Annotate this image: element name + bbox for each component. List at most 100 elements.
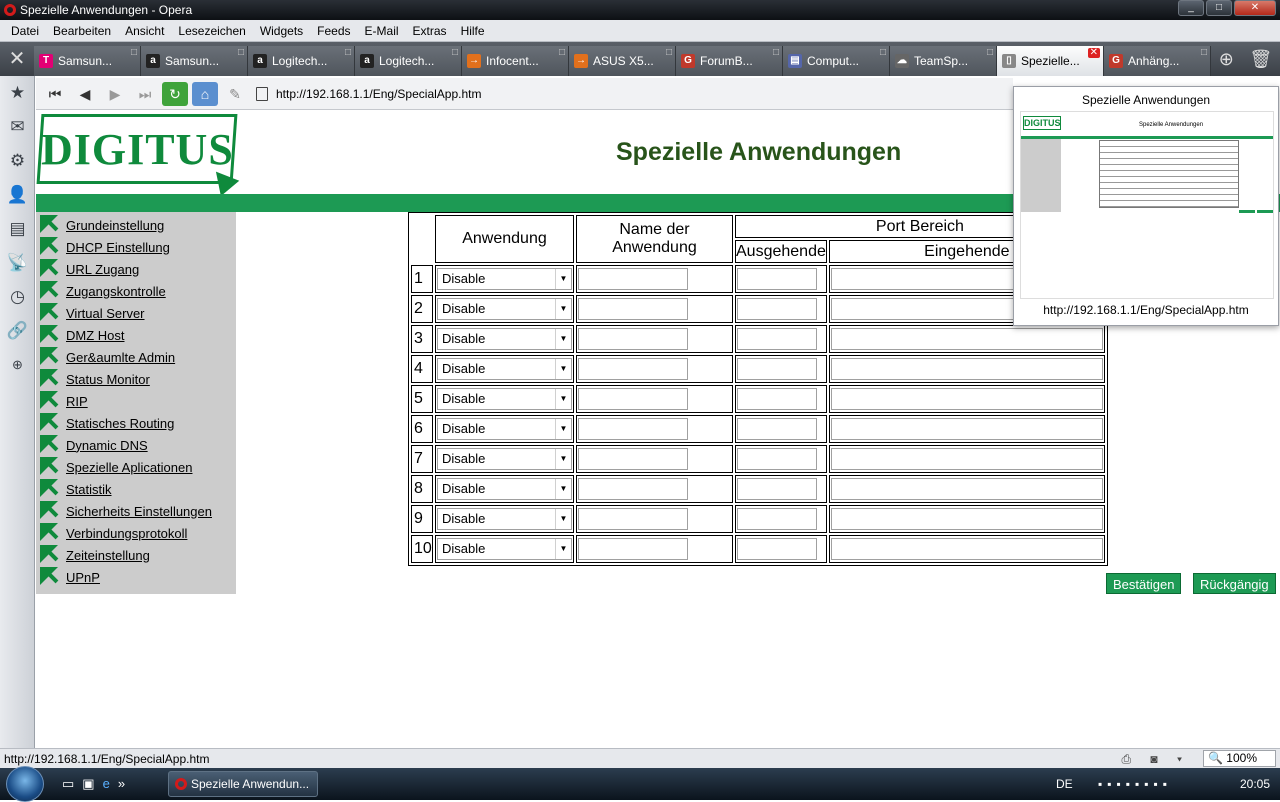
new-tab-icon[interactable]: ⊕: [1219, 42, 1234, 76]
app-select[interactable]: Disable ▼: [437, 388, 572, 410]
tab-close-icon[interactable]: □: [238, 48, 244, 58]
tab-close-icon[interactable]: □: [666, 48, 672, 58]
app-name-input[interactable]: [578, 478, 688, 500]
tab-close-icon[interactable]: □: [773, 48, 779, 58]
start-button[interactable]: [6, 766, 44, 802]
app-select[interactable]: Disable ▼: [437, 268, 572, 290]
forward-icon[interactable]: ▶: [102, 82, 128, 106]
tab-6[interactable]: G ForumB... □: [676, 46, 783, 76]
tray-icons[interactable]: ▪▪▪▪▪▪▪▪: [1098, 768, 1172, 800]
tab-close-icon[interactable]: □: [345, 48, 351, 58]
rewind-icon[interactable]: ⏮: [42, 82, 68, 106]
app-name-input[interactable]: [578, 298, 688, 320]
app-select[interactable]: Disable ▼: [437, 538, 572, 560]
menu-bearbeiten[interactable]: Bearbeiten: [46, 24, 118, 38]
transfers-icon[interactable]: 📡: [0, 246, 35, 280]
nav-link[interactable]: Statisches Routing: [66, 416, 174, 431]
app-select[interactable]: Disable ▼: [437, 508, 572, 530]
app-select[interactable]: Disable ▼: [437, 448, 572, 470]
show-desktop-icon[interactable]: ▭: [62, 776, 74, 792]
outgoing-port-input[interactable]: [737, 268, 817, 290]
tab-7[interactable]: ▤ Comput... □: [783, 46, 890, 76]
chevron-down-icon[interactable]: ▼: [555, 269, 571, 289]
tab-close-icon[interactable]: □: [452, 48, 458, 58]
undo-button[interactable]: Rückgängig: [1193, 573, 1276, 594]
chevron-down-icon[interactable]: ▼: [555, 329, 571, 349]
trash-icon[interactable]: 🗑: [1249, 42, 1272, 76]
chevron-down-icon[interactable]: ▼: [555, 479, 571, 499]
app-name-input[interactable]: [578, 418, 688, 440]
outgoing-port-input[interactable]: [737, 418, 817, 440]
confirm-button[interactable]: Bestätigen: [1106, 573, 1182, 594]
nav-link[interactable]: RIP: [66, 394, 88, 409]
tab-close-icon[interactable]: □: [880, 48, 886, 58]
nav-link[interactable]: Virtual Server: [66, 306, 145, 321]
bookmarks-star-icon[interactable]: ★: [0, 76, 35, 110]
nav-link[interactable]: Statistik: [66, 482, 112, 497]
menu-feeds[interactable]: Feeds: [310, 24, 357, 38]
nav-link[interactable]: Verbindungsprotokoll: [66, 526, 187, 541]
menu-datei[interactable]: Datei: [4, 24, 46, 38]
chevron-down-icon[interactable]: ▼: [555, 509, 571, 529]
app-name-input[interactable]: [578, 328, 688, 350]
menu-extras[interactable]: Extras: [406, 24, 454, 38]
tab-10[interactable]: G Anhäng... □: [1104, 46, 1211, 76]
incoming-port-input[interactable]: [830, 538, 1103, 560]
app-name-input[interactable]: [578, 388, 688, 410]
outgoing-port-input[interactable]: [737, 538, 817, 560]
app-select[interactable]: Disable ▼: [437, 328, 572, 350]
settings-gear-icon[interactable]: ⚙: [0, 144, 35, 178]
menu-email[interactable]: E-Mail: [358, 24, 406, 38]
status-icons[interactable]: ⎙ ◙ ▾: [1121, 749, 1190, 769]
maximize-button[interactable]: □: [1206, 0, 1232, 16]
outgoing-port-input[interactable]: [737, 448, 817, 470]
tab-8[interactable]: ☁ TeamSp... □: [890, 46, 997, 76]
nav-link[interactable]: DMZ Host: [66, 328, 125, 343]
nav-link[interactable]: Grundeinstellung: [66, 218, 164, 233]
zoom-control[interactable]: 🔍 100%: [1203, 750, 1276, 767]
chevron-down-icon[interactable]: ▼: [555, 359, 571, 379]
outgoing-port-input[interactable]: [737, 478, 817, 500]
outgoing-port-input[interactable]: [737, 508, 817, 530]
tab-close-icon[interactable]: □: [559, 48, 565, 58]
outgoing-port-input[interactable]: [737, 388, 817, 410]
taskbar-opera-button[interactable]: Spezielle Anwendun...: [168, 771, 318, 797]
tab-close-icon[interactable]: □: [987, 48, 993, 58]
chevron-down-icon[interactable]: ▼: [555, 449, 571, 469]
tab-2[interactable]: a Logitech... □: [248, 46, 355, 76]
incoming-port-input[interactable]: [830, 388, 1103, 410]
app-name-input[interactable]: [578, 508, 688, 530]
thumbnail-preview[interactable]: DIGITUS Spezielle Anwendungen: [1020, 111, 1274, 299]
chevron-down-icon[interactable]: ▼: [555, 539, 571, 559]
tab-9[interactable]: ▯ Spezielle... ✕: [997, 46, 1104, 76]
menu-lesezeichen[interactable]: Lesezeichen: [171, 24, 252, 38]
back-icon[interactable]: ◀: [72, 82, 98, 106]
tab-3[interactable]: a Logitech... □: [355, 46, 462, 76]
app-name-input[interactable]: [578, 358, 688, 380]
tab-close-icon[interactable]: □: [131, 48, 137, 58]
minimize-button[interactable]: _: [1178, 0, 1204, 16]
tab-close-icon[interactable]: ✕: [1087, 48, 1100, 58]
chevron-down-icon[interactable]: ▼: [555, 299, 571, 319]
links-icon[interactable]: 🔗: [0, 314, 35, 348]
clock[interactable]: 20:05: [1240, 768, 1270, 800]
nav-link[interactable]: Zeiteinstellung: [66, 548, 150, 563]
tab-close-icon[interactable]: □: [1201, 48, 1207, 58]
fast-forward-icon[interactable]: ⏭: [132, 82, 158, 106]
add-panel-icon[interactable]: ⊕: [0, 348, 35, 382]
home-icon[interactable]: ⌂: [192, 81, 218, 106]
menu-hilfe[interactable]: Hilfe: [454, 24, 492, 38]
app-name-input[interactable]: [578, 268, 688, 290]
menu-widgets[interactable]: Widgets: [253, 24, 310, 38]
nav-link[interactable]: Sicherheits Einstellungen: [66, 504, 212, 519]
app-select[interactable]: Disable ▼: [437, 298, 572, 320]
nav-link[interactable]: Dynamic DNS: [66, 438, 148, 453]
notes-icon[interactable]: ▤: [0, 212, 35, 246]
app-select[interactable]: Disable ▼: [437, 358, 572, 380]
tools-menu-icon[interactable]: ✕: [0, 42, 34, 76]
nav-link[interactable]: Status Monitor: [66, 372, 150, 387]
tab-0[interactable]: T Samsun... □: [34, 46, 141, 76]
incoming-port-input[interactable]: [830, 508, 1103, 530]
contacts-icon[interactable]: 👤: [0, 178, 35, 212]
reload-icon[interactable]: ↻: [162, 81, 188, 106]
